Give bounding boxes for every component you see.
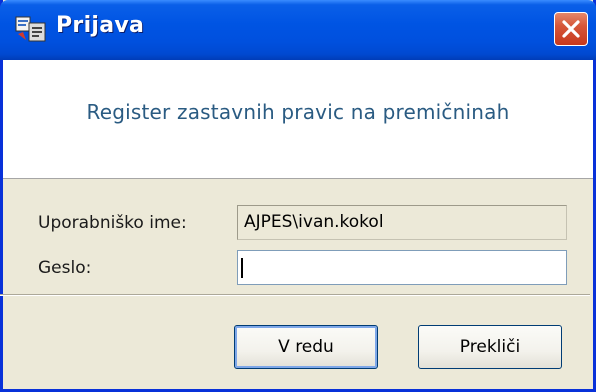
username-label: Uporabniško ime: bbox=[38, 213, 187, 233]
header-banner: Register zastavnih pravic na premičninah bbox=[3, 60, 593, 179]
cancel-button[interactable]: Prekliči bbox=[418, 325, 562, 369]
text-caret bbox=[241, 258, 243, 278]
ok-button[interactable]: V redu bbox=[234, 325, 378, 369]
username-field: AJPES\ivan.kokol bbox=[237, 205, 567, 240]
title-bar[interactable]: Prijava bbox=[0, 0, 596, 60]
password-label: Geslo: bbox=[38, 258, 92, 278]
separator bbox=[0, 294, 590, 296]
window-title: Prijava bbox=[56, 13, 145, 38]
close-button[interactable] bbox=[554, 12, 588, 46]
register-app-icon bbox=[15, 16, 46, 42]
password-field[interactable] bbox=[237, 250, 567, 285]
header-title: Register zastavnih pravic na premičninah bbox=[86, 100, 510, 124]
close-icon bbox=[562, 20, 580, 38]
